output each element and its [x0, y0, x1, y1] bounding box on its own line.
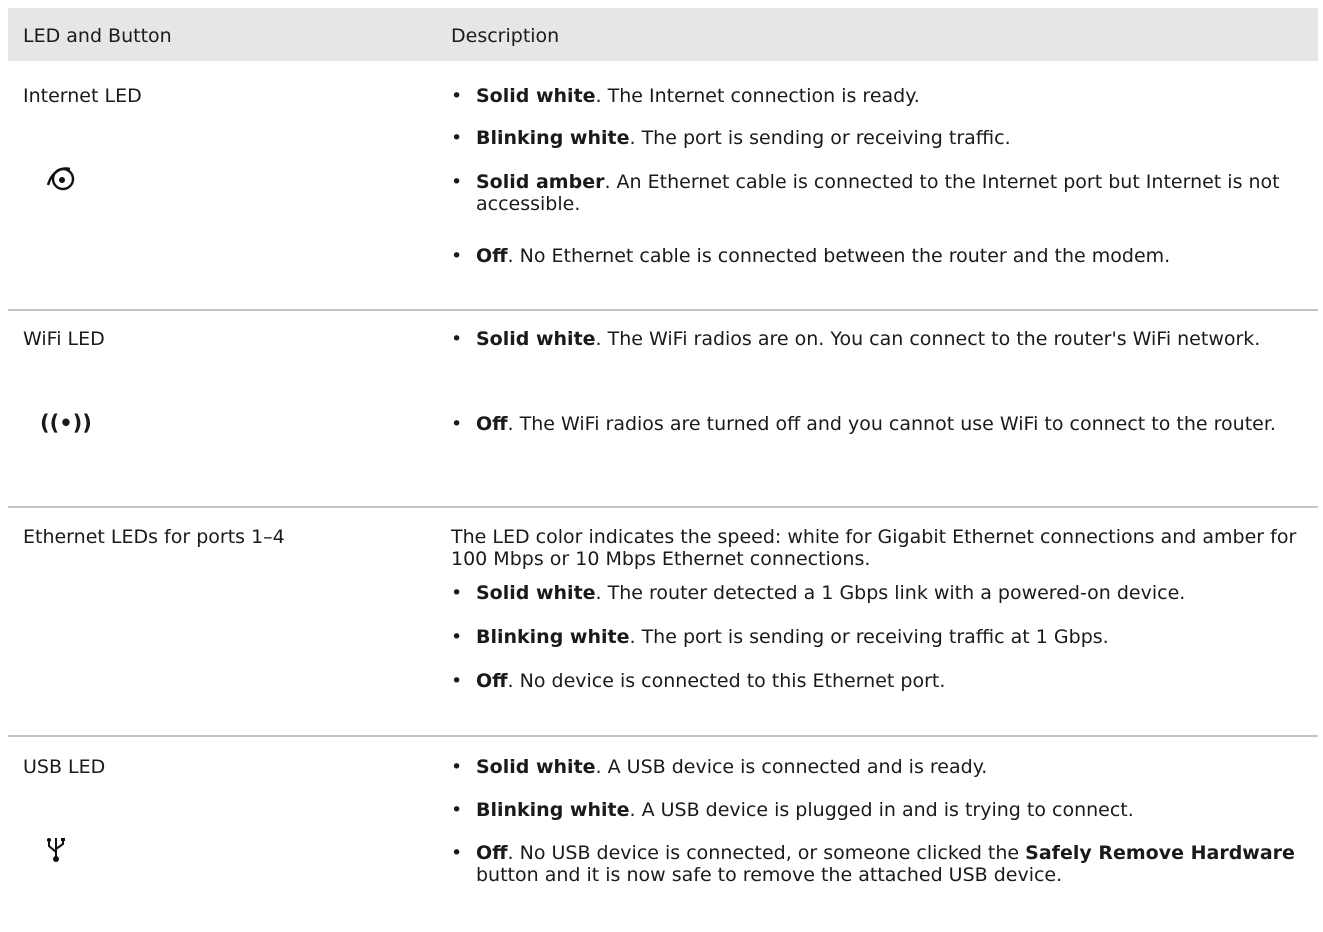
header-led-and-button: LED and Button [23, 25, 172, 47]
list-item: • Solid white. The Internet connection i… [451, 85, 920, 107]
bullet-bold: Off [476, 413, 508, 435]
bullet-text: . The router detected a 1 Gbps link with… [595, 582, 1186, 604]
bullet-bold: Solid white [476, 582, 596, 604]
bullet-text: button and it is now safe to remove the … [476, 864, 1063, 886]
safely-remove-hardware-label: Safely Remove Hardware [1025, 842, 1295, 864]
bullet-text: . The port is sending or receiving traff… [629, 626, 1109, 648]
bullet-bold: Blinking white [476, 626, 630, 648]
led-name-ethernet: Ethernet LEDs for ports 1–4 [23, 526, 285, 548]
bullet-text: . No Ethernet cable is connected between… [507, 245, 1171, 267]
bullet-bold: Solid amber [476, 171, 605, 193]
bullet-bold: Off [476, 670, 508, 692]
led-name-usb: USB LED [23, 756, 106, 778]
list-item: • Solid white. The router detected a 1 G… [451, 582, 1186, 604]
bullet-bold: Solid white [476, 85, 596, 107]
bullet-bold: Solid white [476, 756, 596, 778]
list-item: • Solid amber. An Ethernet cable is conn… [451, 171, 1280, 215]
usb-icon [46, 836, 66, 870]
bullet-bold: Blinking white [476, 127, 630, 149]
list-item: • Solid white. The WiFi radios are on. Y… [451, 328, 1261, 350]
led-name-wifi: WiFi LED [23, 328, 105, 350]
row-divider [8, 309, 1318, 311]
bullet-text: . The Internet connection is ready. [595, 85, 920, 107]
list-item: • Off. No device is connected to this Et… [451, 670, 946, 692]
header-description: Description [451, 25, 560, 47]
bullet-text: . A USB device is connected and is ready… [595, 756, 988, 778]
list-item: • Off. No Ethernet cable is connected be… [451, 245, 1171, 267]
bullet-bold: Off [476, 842, 508, 864]
row-divider [8, 506, 1318, 508]
bullet-text: . The WiFi radios are turned off and you… [507, 413, 1276, 435]
bullet-text: . A USB device is plugged in and is tryi… [629, 799, 1134, 821]
list-item: • Blinking white. The port is sending or… [451, 127, 1011, 149]
list-item: • Blinking white. A USB device is plugge… [451, 799, 1134, 821]
bullet-text: . The WiFi radios are on. You can connec… [595, 328, 1261, 350]
bullet-text: . No USB device is connected, or someone… [507, 842, 1026, 864]
wifi-icon: ((•)) [40, 411, 92, 435]
bullet-bold: Off [476, 245, 508, 267]
list-item: • Off. No USB device is connected, or so… [451, 842, 1295, 886]
bullet-text: . No device is connected to this Etherne… [507, 670, 946, 692]
row-divider [8, 735, 1318, 737]
internet-globe-icon [44, 165, 78, 199]
list-item: • Off. The WiFi radios are turned off an… [451, 413, 1276, 435]
led-name-internet: Internet LED [23, 85, 142, 107]
bullet-text: . The port is sending or receiving traff… [629, 127, 1011, 149]
list-item: • Blinking white. The port is sending or… [451, 626, 1109, 648]
bullet-bold: Blinking white [476, 799, 630, 821]
table-header: LED and Button Description [8, 8, 1318, 61]
list-item: • Solid white. A USB device is connected… [451, 756, 988, 778]
bullet-bold: Solid white [476, 328, 596, 350]
ethernet-intro-text: The LED color indicates the speed: white… [451, 526, 1297, 570]
